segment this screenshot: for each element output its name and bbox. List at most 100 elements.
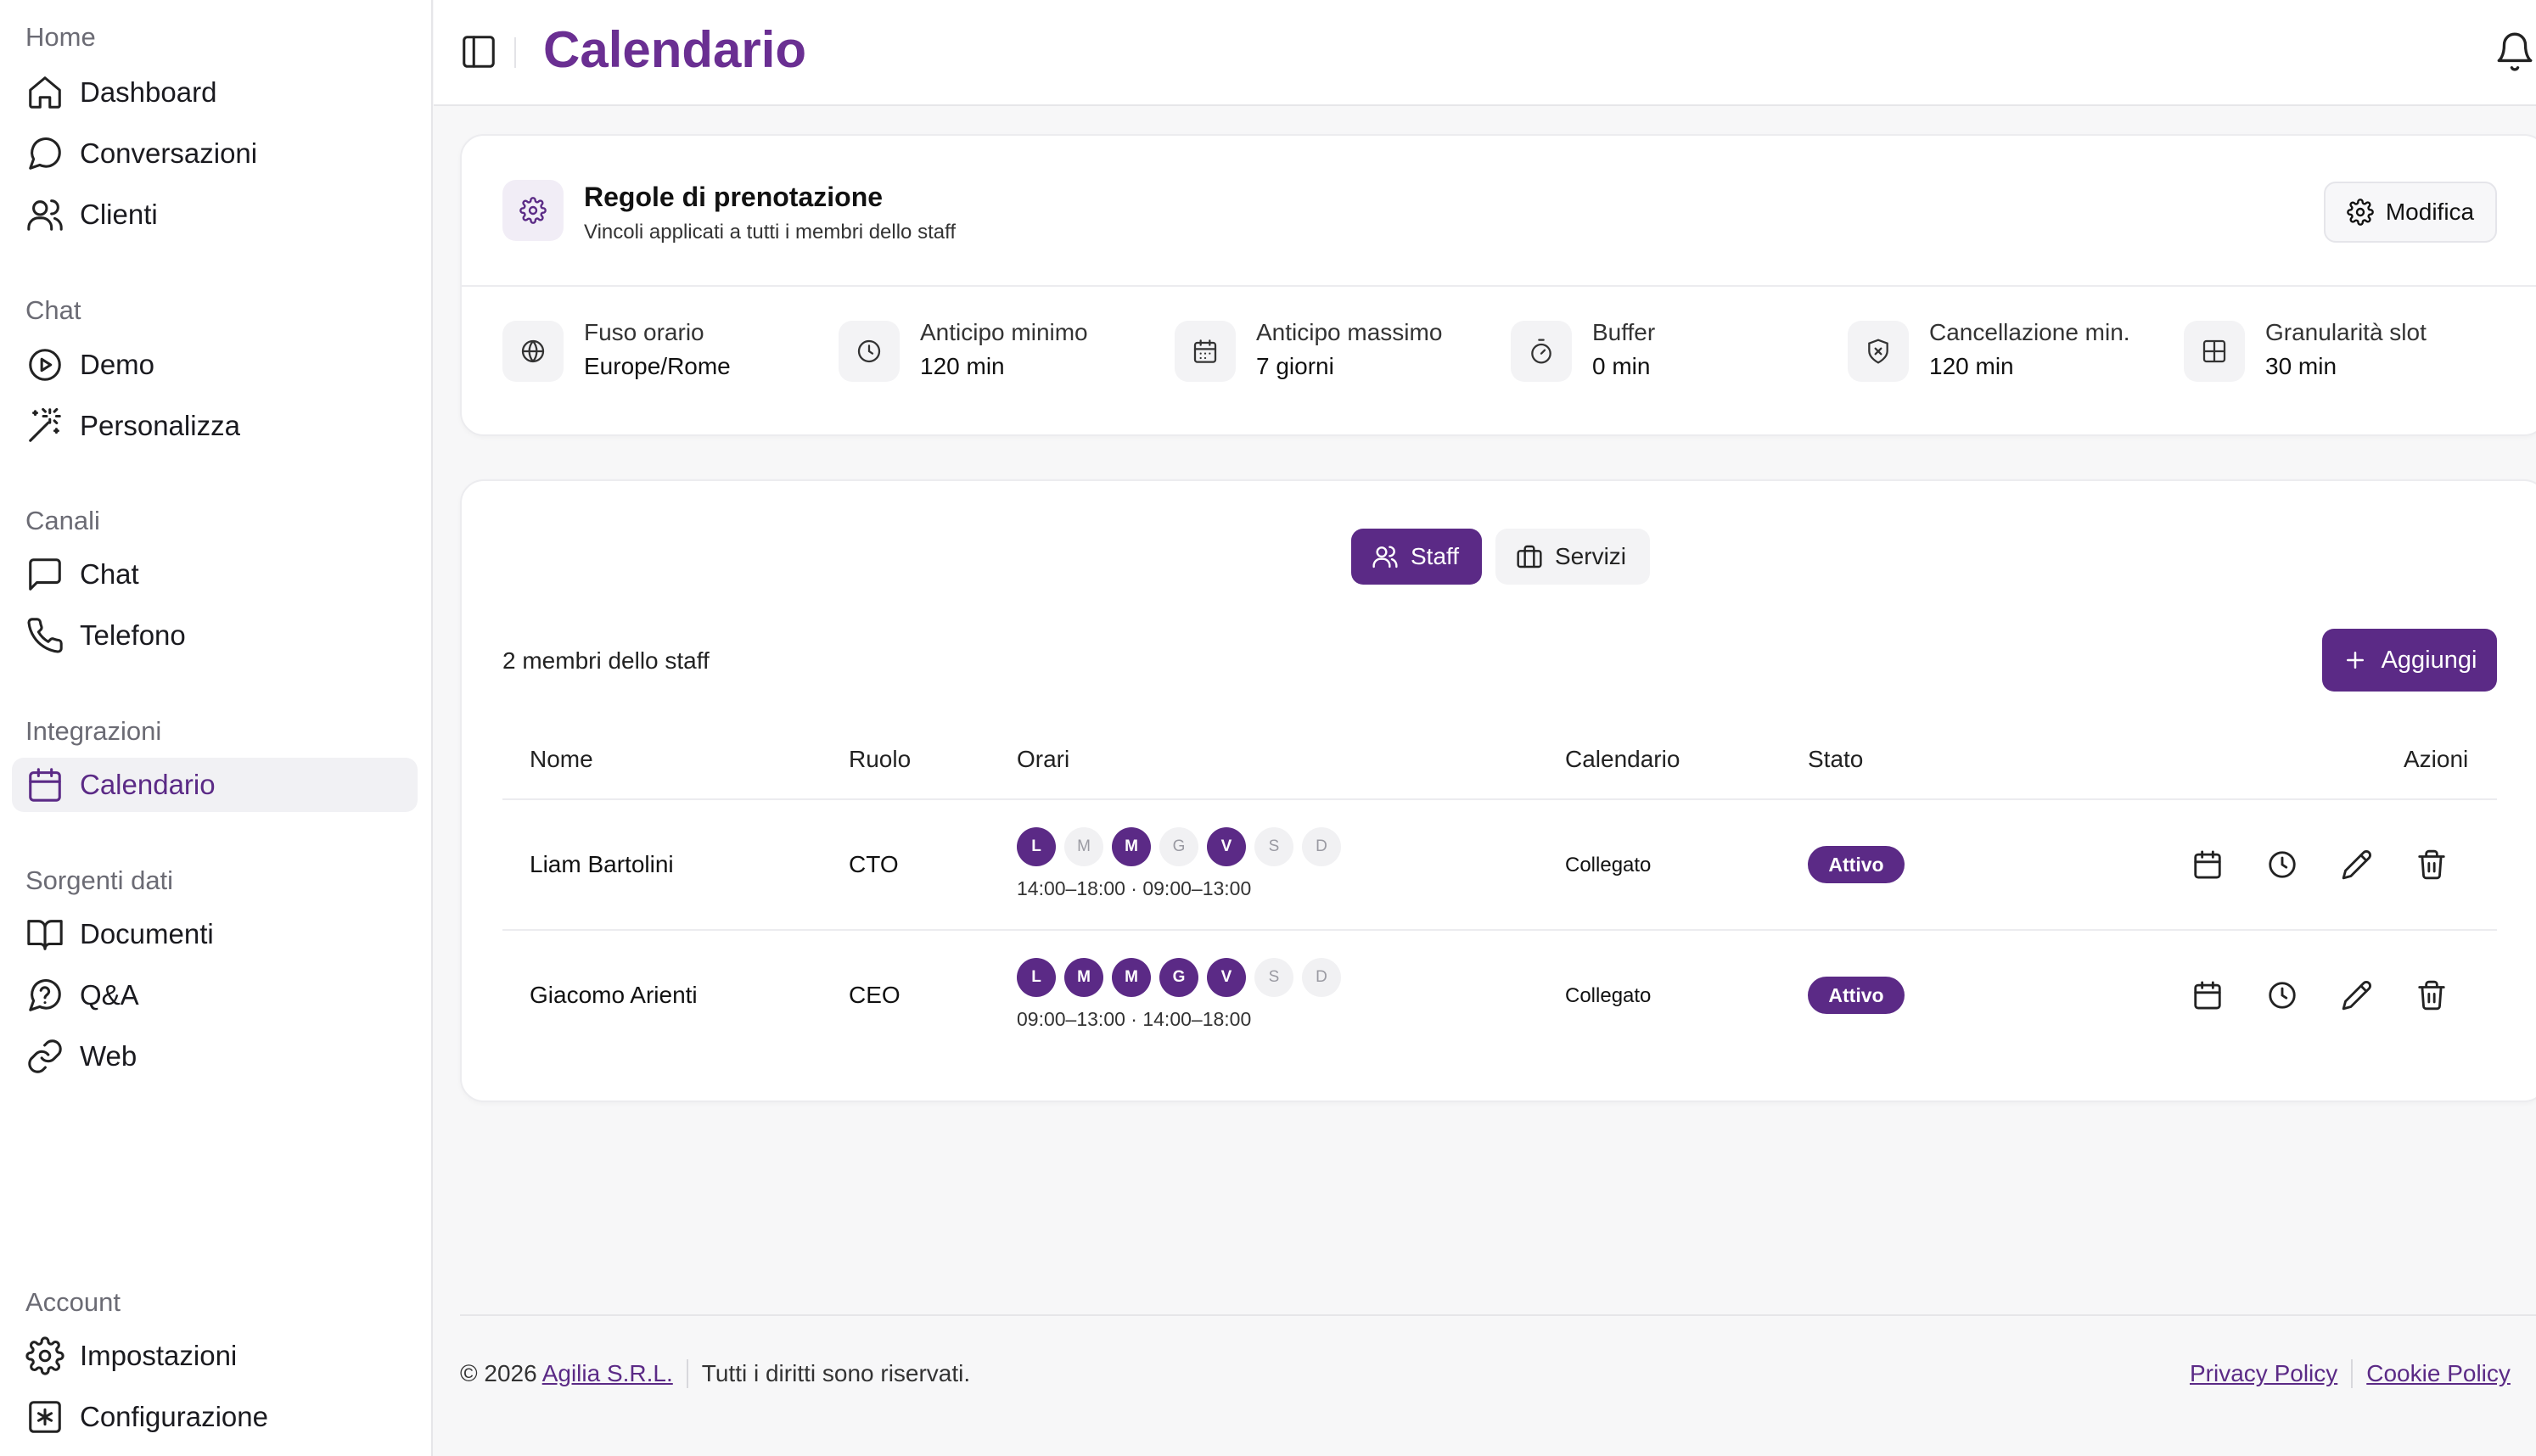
phone-icon: [27, 618, 63, 653]
rule-key: Anticipo massimo: [1256, 319, 1443, 345]
sidebar-item-personalizza[interactable]: Personalizza: [12, 399, 418, 453]
tab-staff[interactable]: Staff: [1351, 529, 1482, 585]
rule-key: Fuso orario: [584, 319, 704, 345]
rule-key: Granularità slot: [2265, 319, 2427, 345]
plus-icon: [2346, 652, 2364, 669]
users-icon: [1372, 546, 1398, 568]
link-icon: [28, 1039, 62, 1073]
day-chip: M: [1064, 827, 1103, 866]
sidebar: Home Dashboard Conversazioni Clienti Cha…: [0, 0, 433, 1456]
globe-icon: [502, 321, 564, 382]
staff-card: Staff Servizi 2 membri dello staff Aggiu…: [460, 479, 2536, 1102]
day-chip: V: [1207, 958, 1246, 997]
day-chip: M: [1112, 827, 1151, 866]
edit-rules-button[interactable]: Modifica: [2324, 182, 2497, 243]
staff-count: 2 membri dello staff: [502, 647, 710, 674]
sidebar-item-label: Conversazioni: [80, 137, 258, 169]
sidebar-item-label: Impostazioni: [80, 1340, 238, 1371]
day-chip: M: [1064, 958, 1103, 997]
footer-copyright: © 2026 Agilia S.R.L. Tutti i diritti son…: [460, 1359, 970, 1388]
calendar-icon[interactable]: [2191, 979, 2224, 1011]
day-chip: G: [1159, 958, 1198, 997]
sidebar-item-clienti[interactable]: Clienti: [12, 188, 418, 242]
rule-key: Buffer: [1592, 319, 1656, 345]
sidebar-item-label: Demo: [80, 349, 155, 380]
booking-rules-subtitle: Vincoli applicati a tutti i membri dello…: [584, 221, 956, 244]
day-chip: L: [1017, 827, 1056, 866]
sidebar-item-label: Telefono: [80, 619, 186, 651]
status-badge: Attivo: [1808, 977, 1905, 1014]
pencil-icon[interactable]: [2341, 848, 2373, 881]
clock-icon[interactable]: [2266, 848, 2298, 881]
column-header-orari: Orari: [1017, 746, 1070, 772]
day-chip: V: [1207, 827, 1246, 866]
sidebar-item-configurazione[interactable]: Configurazione: [12, 1390, 418, 1444]
footer-links: Privacy Policy Cookie Policy: [2190, 1359, 2511, 1388]
sidebar-item-label: Clienti: [80, 199, 158, 230]
rule-key: Cancellazione min.: [1929, 319, 2130, 345]
sidebar-item-conversazioni[interactable]: Conversazioni: [12, 126, 418, 181]
page-title: Calendario: [543, 21, 807, 78]
column-header-nome: Nome: [530, 746, 593, 772]
tab-servizi[interactable]: Servizi: [1495, 529, 1650, 585]
sidebar-item-documenti[interactable]: Documenti: [12, 907, 418, 961]
booking-rules-header: Regole di prenotazione Vincoli applicati…: [462, 136, 2536, 287]
column-header-ruolo: Ruolo: [849, 746, 912, 772]
rule-value: 0 min: [1592, 353, 1651, 379]
day-chip: S: [1254, 827, 1293, 866]
nav-group-title-home: Home: [25, 22, 96, 52]
copyright-text: © 2026: [460, 1360, 537, 1386]
grid-icon: [2184, 321, 2245, 382]
sidebar-item-label: Q&A: [80, 979, 139, 1011]
calendar-icon[interactable]: [2191, 848, 2224, 881]
booking-rules-card: Regole di prenotazione Vincoli applicati…: [460, 134, 2536, 436]
pencil-icon[interactable]: [2341, 979, 2373, 1011]
sidebar-item-chat[interactable]: Chat: [12, 547, 418, 602]
sidebar-item-calendario[interactable]: Calendario: [12, 758, 418, 812]
trash-icon[interactable]: [2415, 848, 2448, 881]
sidebar-item-telefono[interactable]: Telefono: [12, 608, 418, 663]
sidebar-item-web[interactable]: Web: [12, 1029, 418, 1084]
sidebar-item-dashboard[interactable]: Dashboard: [12, 65, 418, 120]
add-staff-button[interactable]: Aggiungi: [2322, 629, 2497, 692]
day-chip: L: [1017, 958, 1056, 997]
rule-value: 120 min: [1929, 353, 2014, 379]
edit-rules-label: Modifica: [2385, 199, 2475, 225]
topbar: Calendario: [434, 0, 2536, 106]
day-chip: D: [1302, 958, 1341, 997]
rule-max-advance: Anticipo massimo 7 giorni: [1134, 312, 1456, 406]
company-link[interactable]: Agilia S.R.L.: [542, 1360, 673, 1387]
footer-divider: [460, 1314, 2536, 1316]
staff-name: Liam Bartolini: [530, 851, 674, 877]
clock-icon[interactable]: [2266, 979, 2298, 1011]
sidebar-item-qa[interactable]: Q&A: [12, 968, 418, 1022]
header-divider: [514, 37, 516, 68]
calendar-status: Collegato: [1565, 984, 1652, 1007]
rule-value: 30 min: [2265, 353, 2337, 379]
privacy-policy-link[interactable]: Privacy Policy: [2190, 1360, 2337, 1387]
footer-separator: [2351, 1359, 2354, 1388]
tabs: Staff Servizi: [1351, 529, 1650, 585]
staff-hours: 14:00–18:00 · 09:00–13:00: [1017, 877, 1252, 899]
briefcase-icon: [1517, 545, 1542, 568]
sidebar-toggle-icon[interactable]: [459, 32, 498, 71]
tab-label: Staff: [1411, 543, 1460, 569]
rule-value: 7 giorni: [1256, 353, 1334, 379]
rule-buffer: Buffer 0 min: [1470, 312, 1793, 406]
rules-settings-icon: [502, 180, 564, 241]
gear-icon: [2347, 199, 2374, 226]
sidebar-item-impostazioni[interactable]: Impostazioni: [12, 1329, 418, 1383]
message-square-icon: [29, 558, 61, 591]
nav-group-title-account: Account: [25, 1287, 121, 1317]
trash-icon[interactable]: [2415, 979, 2448, 1011]
rule-value: Europe/Rome: [584, 353, 731, 379]
column-header-azioni: Azioni: [2404, 746, 2469, 772]
nav-group-title-chat: Chat: [25, 295, 81, 325]
bell-icon[interactable]: [2494, 31, 2536, 73]
magic-wand-icon: [29, 407, 61, 442]
clock-icon: [839, 321, 900, 382]
rights-text: Tutti i diritti sono riservati.: [701, 1360, 971, 1386]
sidebar-item-label: Web: [80, 1040, 137, 1072]
sidebar-item-demo[interactable]: Demo: [12, 338, 418, 392]
cookie-policy-link[interactable]: Cookie Policy: [2366, 1360, 2511, 1387]
